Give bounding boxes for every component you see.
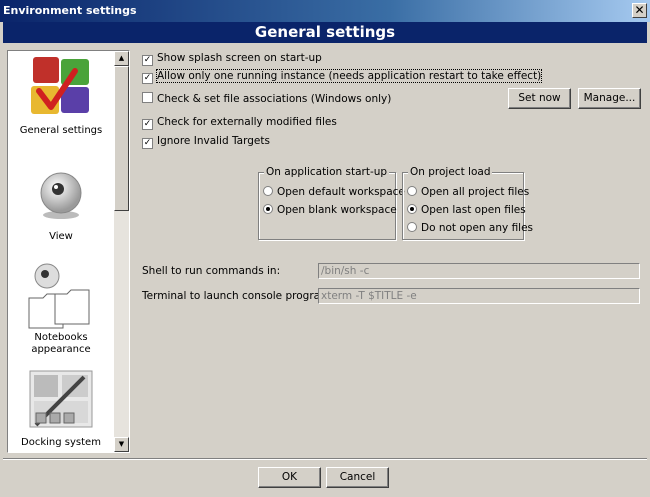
modified-files-checkbox[interactable]: ✓ Check for externally modified files [142,114,337,130]
radio-label: Open blank workspace [277,204,397,216]
sidebar-item-docking-system[interactable]: Docking system [8,369,114,449]
checkbox-label: Show splash screen on start-up [157,52,322,64]
settings-sidebar: General settings View Notebooks appearan… [7,50,130,453]
sidebar-item-label: View [49,231,73,242]
close-button[interactable]: ✕ [632,3,647,18]
view-eye-icon [40,172,82,219]
single-instance-checkbox[interactable]: ✓ Allow only one running instance (needs … [142,68,543,84]
close-icon: ✕ [634,3,645,17]
shell-label: Shell to run commands in: [142,265,281,277]
shell-command-field[interactable]: /bin/sh -c [318,263,640,279]
checkbox-box[interactable]: ✓ [142,119,153,130]
sidebar-item-label: Docking system [21,437,101,448]
page-title: General settings [3,22,647,43]
checkbox-box[interactable]: ✓ [142,138,153,149]
checkbox-label: Check & set file associations (Windows o… [157,93,392,105]
checkbox-box[interactable] [142,92,153,103]
checkbox-label: Check for externally modified files [157,116,337,128]
cancel-button[interactable]: Cancel [326,467,389,488]
startup-group: On application start-up Open default wor… [258,166,405,240]
splash-screen-checkbox[interactable]: ✓ Show splash screen on start-up [142,50,322,66]
radio-label: Open default workspace [277,186,405,198]
ignore-invalid-targets-checkbox[interactable]: ✓ Ignore Invalid Targets [142,133,270,149]
radio-dot[interactable] [407,186,417,196]
sidebar-item-general-settings[interactable]: General settings [8,53,114,137]
file-associations-checkbox[interactable]: Check & set file associations (Windows o… [142,91,391,107]
radio-label: Open all project files [421,186,530,198]
environment-settings-window: Environment settings ✕ General settings … [0,0,650,497]
docking-system-icon [29,370,93,428]
radio-label: Open last open files [421,204,526,216]
open-last-open-files-radio[interactable]: Open last open files [407,202,526,218]
checkbox-box[interactable]: ✓ [142,55,153,66]
sidebar-scrollbar[interactable]: ▲ ▼ [114,51,129,452]
notebooks-icon [28,263,90,329]
sidebar-item-notebooks-appearance[interactable]: Notebooks appearance [8,260,114,356]
radio-dot[interactable] [407,204,417,214]
scroll-down-arrow-icon: ▼ [118,440,125,448]
radio-label: Do not open any files [421,222,534,234]
scroll-up-arrow-icon: ▲ [118,54,125,62]
footer-divider [3,458,647,460]
checkbox-label: Ignore Invalid Targets [157,135,270,147]
checkbox-box[interactable]: ✓ [142,73,153,84]
group-legend: On project load [408,166,493,178]
manage-button[interactable]: Manage... [578,88,641,109]
scroll-up-button[interactable]: ▲ [114,51,129,66]
ok-button[interactable]: OK [258,467,321,488]
project-load-group: On project load Open all project files O… [402,166,533,240]
open-all-project-files-radio[interactable]: Open all project files [407,184,529,200]
title-bar: Environment settings ✕ [0,0,650,22]
radio-dot[interactable] [263,204,273,214]
sidebar-item-label-line2: appearance [31,344,91,355]
group-legend: On application start-up [264,166,390,178]
sidebar-item-label-line1: Notebooks [34,332,88,343]
open-blank-workspace-radio[interactable]: Open blank workspace [263,202,397,218]
general-settings-icon [31,57,89,114]
scroll-thumb[interactable] [114,66,129,211]
sidebar-item-view[interactable]: View [8,169,114,243]
radio-dot[interactable] [263,186,273,196]
scroll-down-button[interactable]: ▼ [114,437,129,452]
terminal-command-field[interactable]: xterm -T $TITLE -e [318,288,640,304]
window-title: Environment settings [3,4,137,17]
terminal-label: Terminal to launch console programs: [142,290,340,302]
set-now-button[interactable]: Set now [508,88,571,109]
do-not-open-files-radio[interactable]: Do not open any files [407,220,533,236]
radio-dot[interactable] [407,222,417,232]
checkbox-label: Allow only one running instance (needs a… [155,69,543,83]
sidebar-item-label: General settings [19,125,103,136]
open-default-workspace-radio[interactable]: Open default workspace [263,184,405,200]
